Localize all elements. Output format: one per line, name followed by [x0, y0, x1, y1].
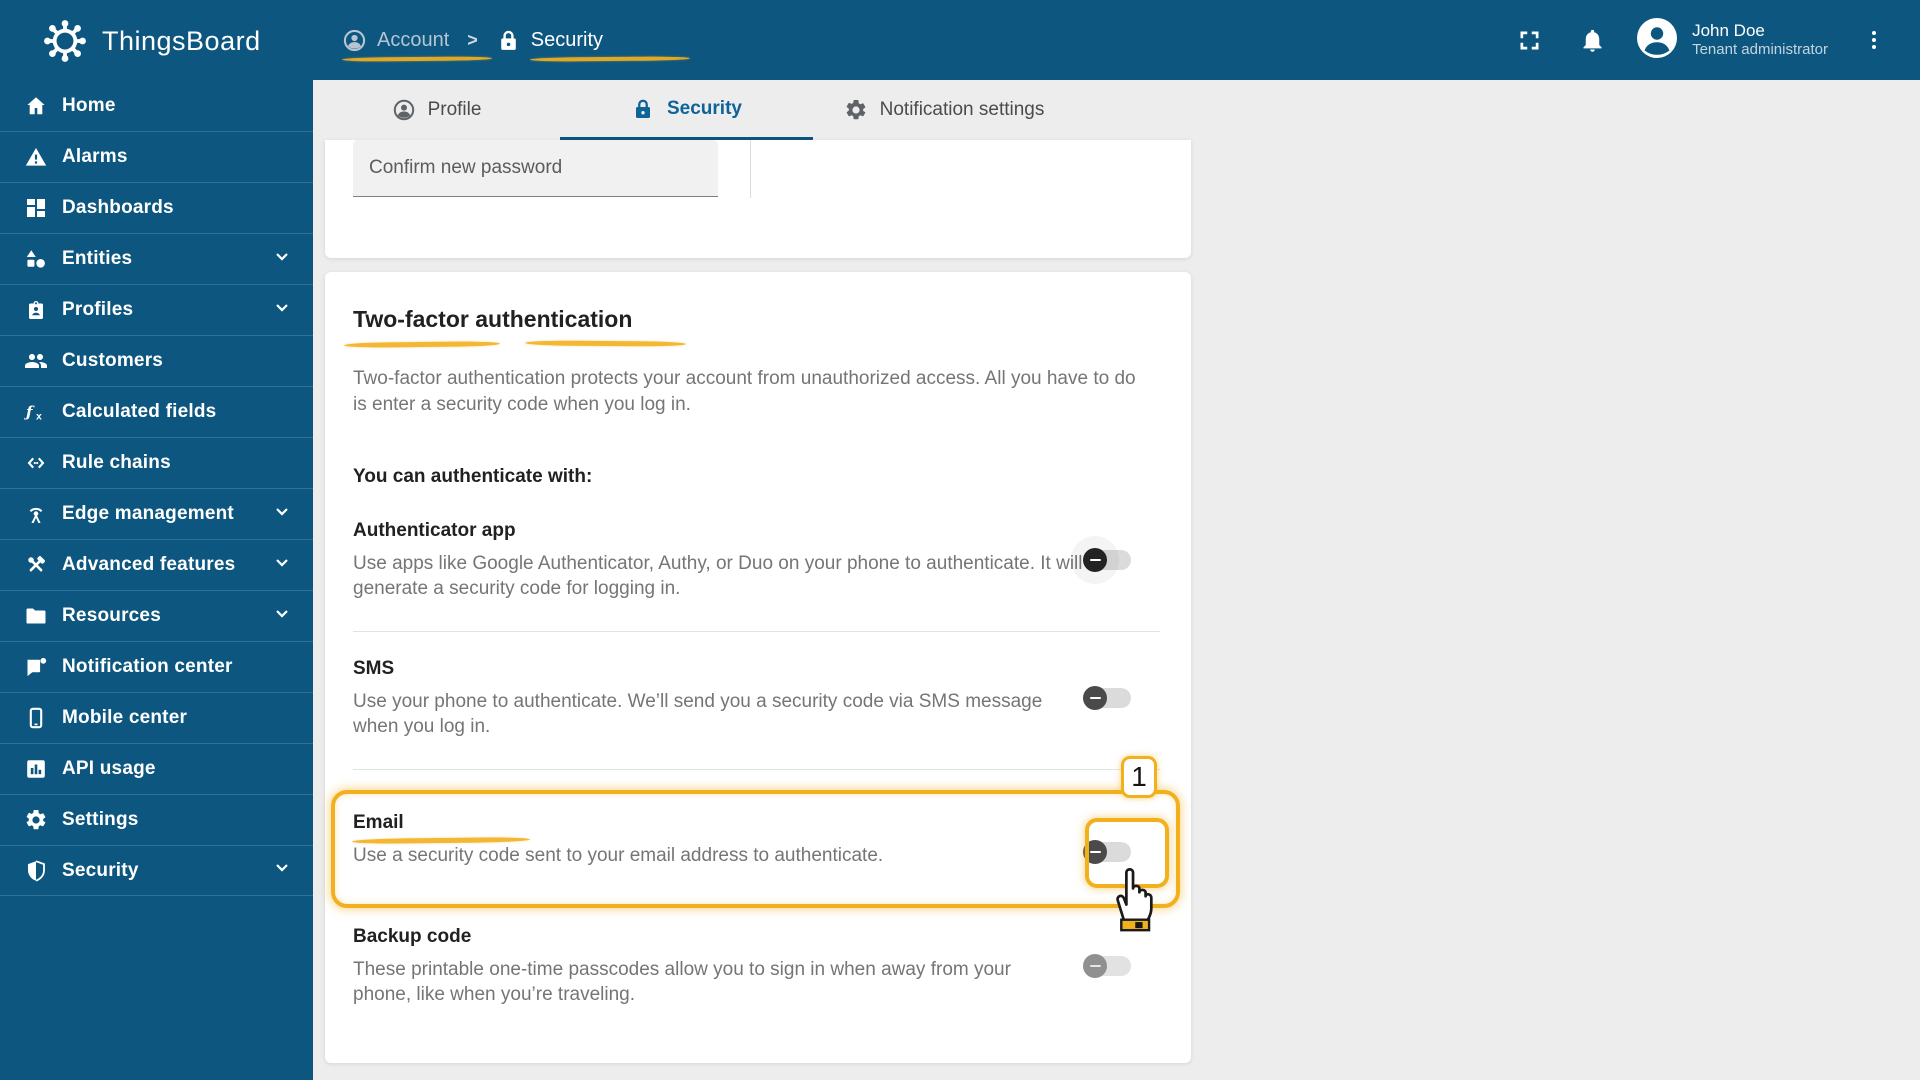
provider-name: Email: [353, 812, 404, 833]
sidebar-item-rule-chains[interactable]: Rule chains: [0, 437, 313, 488]
user-menu[interactable]: John Doe Tenant administrator: [1692, 20, 1828, 60]
notifications-bell-icon[interactable]: [1579, 27, 1606, 54]
mobile-icon: [24, 706, 48, 730]
sidebar-item-notification-center[interactable]: Notification center: [0, 641, 313, 692]
antenna-icon: [24, 502, 48, 526]
confirm-new-password-field[interactable]: Confirm new password: [353, 140, 718, 197]
settings-icon: [24, 808, 48, 832]
authenticate-with-heading: You can authenticate with:: [353, 466, 593, 487]
chevron-down-icon: [271, 297, 293, 324]
entities-icon: [24, 247, 48, 271]
provider-description: Use your phone to authenticate. We’ll se…: [353, 691, 1043, 737]
customers-icon: [24, 349, 48, 373]
row-divider: [353, 769, 1160, 770]
sidebar-nav: Home Alarms Dashboards Entities Profiles…: [0, 80, 313, 1080]
email-toggle[interactable]: [1083, 840, 1131, 864]
api-usage-icon: [24, 757, 48, 781]
annotation-step-badge: 1: [1121, 756, 1157, 798]
toggle-thumb: [1083, 840, 1107, 864]
sidebar-item-calculated-fields[interactable]: Calculated fields: [0, 386, 313, 437]
tab-security[interactable]: Security: [560, 80, 813, 140]
chevron-down-icon: [271, 501, 293, 528]
sidebar-item-customers[interactable]: Customers: [0, 335, 313, 386]
more-vert-icon[interactable]: [1862, 28, 1886, 52]
notification-icon: [24, 655, 48, 679]
gear-icon: [844, 98, 868, 122]
account-tabs: Profile Security Notification settings: [313, 80, 1920, 140]
provider-name: Backup code: [353, 926, 472, 947]
chevron-down-icon: [271, 857, 293, 884]
toggle-thumb: [1083, 954, 1107, 978]
dashboards-icon: [24, 196, 48, 220]
breadcrumb: Account > Security: [342, 0, 603, 80]
provider-name: SMS: [353, 658, 395, 679]
tab-notification-settings[interactable]: Notification settings: [813, 80, 1075, 140]
annotation-marker-title-1: [343, 341, 501, 348]
person-icon: [392, 98, 416, 122]
two-factor-card: Two-factor authentication Two-factor aut…: [325, 272, 1191, 1063]
card-divider: [750, 140, 751, 198]
breadcrumb-account[interactable]: Account: [342, 28, 449, 53]
rule-chains-icon: [24, 451, 48, 475]
profiles-icon: [24, 298, 48, 322]
toggle-thumb: [1083, 686, 1107, 710]
brand-name: ThingsBoard: [102, 25, 261, 56]
security-shield-icon: [24, 859, 48, 883]
account-circle-icon: [342, 28, 367, 53]
provider-description: Use apps like Google Authenticator, Auth…: [353, 553, 1083, 599]
row-divider: [353, 631, 1160, 632]
chevron-down-icon: [271, 552, 293, 579]
sidebar-item-dashboards[interactable]: Dashboards: [0, 182, 313, 233]
header-actions: John Doe Tenant administrator: [1516, 0, 1886, 80]
user-name: John Doe: [1692, 21, 1765, 40]
chevron-down-icon: [271, 246, 293, 273]
lock-icon: [631, 97, 655, 121]
fullscreen-icon[interactable]: [1516, 27, 1543, 54]
sidebar-item-resources[interactable]: Resources: [0, 590, 313, 641]
confirm-new-password-label: Confirm new password: [369, 157, 563, 178]
scroll-area[interactable]: Confirm new password Two-factor authenti…: [313, 140, 1920, 1080]
tab-profile[interactable]: Profile: [313, 80, 560, 140]
sidebar-item-settings[interactable]: Settings: [0, 794, 313, 845]
authenticator-app-toggle[interactable]: [1083, 548, 1131, 572]
user-role: Tenant administrator: [1692, 41, 1828, 59]
annotation-marker-security: [529, 56, 691, 62]
backup-code-toggle[interactable]: [1083, 954, 1131, 978]
breadcrumb-separator: >: [467, 29, 478, 50]
warning-icon: [24, 145, 48, 169]
top-header: ThingsBoard Account > Security John Doe …: [0, 0, 1920, 80]
annotation-marker-title-2: [524, 340, 687, 347]
function-icon: [24, 400, 48, 424]
provider-description: Use a security code sent to your email a…: [353, 845, 884, 866]
avatar[interactable]: [1636, 17, 1678, 64]
toggle-thumb: [1083, 548, 1107, 572]
sms-toggle[interactable]: [1083, 686, 1131, 710]
sidebar-item-mobile-center[interactable]: Mobile center: [0, 692, 313, 743]
folder-icon: [24, 604, 48, 628]
lock-icon: [496, 28, 521, 53]
chevron-down-icon: [271, 603, 293, 630]
tools-icon: [24, 553, 48, 577]
thingsboard-logo-icon: [38, 14, 92, 68]
main-content: Profile Security Notification settings C…: [313, 80, 1920, 1080]
provider-row-authenticator-app: Authenticator app Use apps like Google A…: [353, 520, 1161, 601]
sidebar-item-api-usage[interactable]: API usage: [0, 743, 313, 794]
sidebar-item-edge-management[interactable]: Edge management: [0, 488, 313, 539]
change-password-card: Confirm new password: [325, 140, 1191, 258]
sidebar-item-entities[interactable]: Entities: [0, 233, 313, 284]
home-icon: [24, 94, 48, 118]
thingsboard-logo[interactable]: ThingsBoard: [38, 14, 261, 68]
provider-name: Authenticator app: [353, 520, 516, 541]
sidebar-item-security[interactable]: Security: [0, 845, 313, 896]
provider-row-backup-code: Backup code These printable one-time pas…: [353, 926, 1161, 1007]
sidebar-item-advanced-features[interactable]: Advanced features: [0, 539, 313, 590]
provider-description: These printable one-time passcodes allow…: [353, 959, 1011, 1005]
sidebar-item-home[interactable]: Home: [0, 80, 313, 131]
sidebar-item-profiles[interactable]: Profiles: [0, 284, 313, 335]
sidebar-item-alarms[interactable]: Alarms: [0, 131, 313, 182]
two-factor-title: Two-factor authentication: [353, 306, 633, 332]
provider-row-sms: SMS Use your phone to authenticate. We’l…: [353, 658, 1161, 739]
two-factor-intro: Two-factor authentication protects your …: [353, 368, 1136, 415]
breadcrumb-security[interactable]: Security: [496, 28, 603, 53]
